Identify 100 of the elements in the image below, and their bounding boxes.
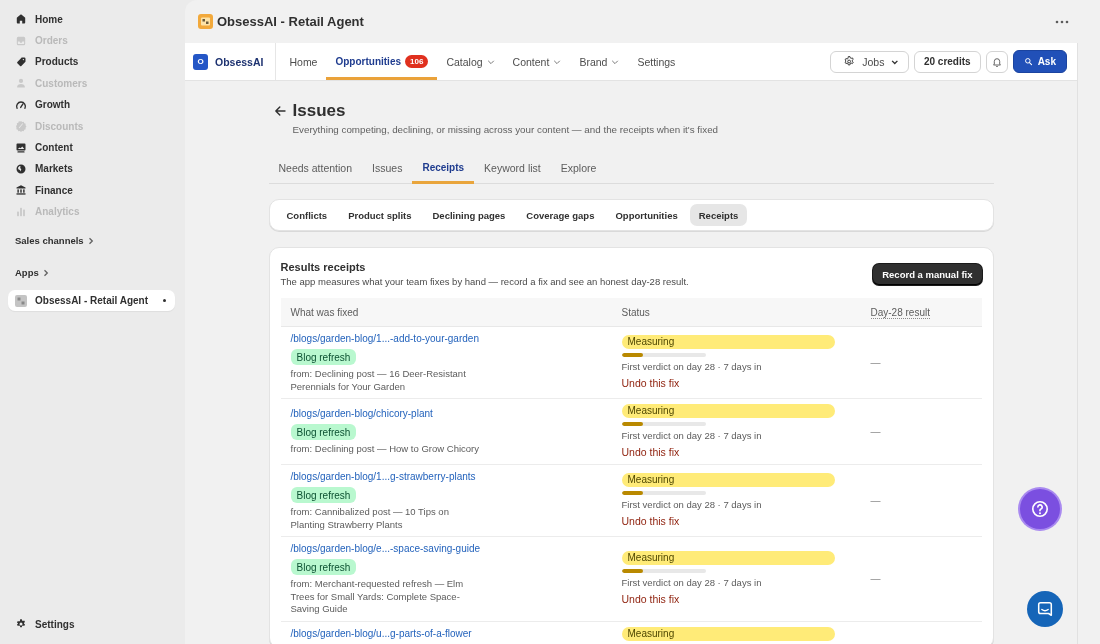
tag-badge: Blog refresh <box>290 424 357 441</box>
nav-tab[interactable]: Brand <box>570 43 629 80</box>
chevron-down-icon <box>891 57 899 66</box>
filter-tab[interactable]: Declining pages <box>423 204 515 226</box>
chevron-down-icon <box>611 57 620 66</box>
tag-badge: Blog refresh <box>290 559 357 575</box>
tab[interactable]: Keyword list <box>474 154 551 184</box>
credits-button[interactable]: 20 credits <box>913 50 981 73</box>
result-text: — <box>870 426 881 437</box>
filter-tab[interactable]: Coverage gaps <box>517 204 604 226</box>
column-header: Status <box>621 306 650 318</box>
undo-link[interactable]: Undo this fix <box>621 515 680 528</box>
settings-icon <box>842 55 856 68</box>
ask-button[interactable]: Ask <box>1012 50 1067 73</box>
nav-tab[interactable]: Home <box>280 43 327 80</box>
tag-icon <box>15 55 27 68</box>
nav-tab[interactable]: Catalog <box>437 43 504 80</box>
status-badge: Measuring <box>621 626 835 641</box>
gauge-icon <box>15 98 27 111</box>
back-arrow-icon[interactable] <box>273 105 286 117</box>
person-icon <box>15 77 27 90</box>
status-badge: Measuring <box>621 404 835 418</box>
source-text: from: Declining post — 16 Deer-Resistant Perennials for Your Garden <box>290 368 467 393</box>
help-button[interactable] <box>1020 489 1060 529</box>
apps-link[interactable]: Apps <box>8 262 57 283</box>
bar-chart-icon <box>15 205 27 218</box>
brand-name: ObsessAI <box>215 55 264 68</box>
sidebar-item[interactable]: Markets <box>8 158 175 180</box>
sales-channels-link[interactable]: Sales channels <box>8 230 102 251</box>
filter-tab[interactable]: Conflicts <box>277 204 337 226</box>
result-text: — <box>870 357 881 368</box>
status-badge: Measuring <box>621 335 835 349</box>
verdict-text: First verdict on day 28 · 7 days in <box>621 429 762 442</box>
sidebar-item[interactable]: Finance <box>8 179 175 201</box>
page-link[interactable]: /blogs/garden-blog/chicory-plant <box>290 407 433 421</box>
settings-link[interactable]: Settings <box>8 613 175 635</box>
source-text: from: Merchant-requested refresh — Elm Trees for Small Yards: Complete Space-Saving Guide <box>290 578 465 616</box>
page-subtitle: Everything competing, declining, or missing across your content — and the receipts when it's fixed <box>292 123 720 137</box>
page-link[interactable]: /blogs/garden-blog/e...-space-saving-guide <box>290 542 481 555</box>
notifications-button[interactable] <box>985 50 1008 73</box>
chevron-icon <box>86 236 95 245</box>
question-icon <box>1031 500 1049 518</box>
undo-link[interactable]: Undo this fix <box>621 446 680 459</box>
undo-link[interactable]: Undo this fix <box>621 377 680 390</box>
result-text: — <box>870 495 881 506</box>
sidebar-item[interactable]: Growth <box>8 94 175 116</box>
verdict-text: First verdict on day 28 · 7 days in <box>621 576 762 590</box>
count-badge: 106 <box>405 55 429 68</box>
page-title: Issues <box>292 101 346 121</box>
tab[interactable]: Issues <box>362 154 413 184</box>
source-text: from: Declining post — How to Grow Chicory <box>290 443 480 456</box>
column-header: Day-28 result <box>870 306 930 319</box>
verdict-text: First verdict on day 28 · 7 days in <box>621 360 762 373</box>
chat-icon <box>1036 600 1054 618</box>
dot-icon <box>163 299 166 303</box>
image-icon <box>15 141 27 154</box>
source-text: from: Cannibalized post — 10 Tips on Planting Strawberry Plants <box>290 506 450 531</box>
verdict-text: First verdict on day 28 · 7 days in <box>621 498 762 511</box>
tag-badge: Blog refresh <box>290 349 357 365</box>
app-icon <box>15 294 27 307</box>
jobs-button[interactable]: Jobs <box>829 50 909 73</box>
tab[interactable]: Receipts <box>412 154 475 184</box>
more-icon[interactable] <box>1055 19 1069 24</box>
sidebar-item[interactable]: Products <box>8 51 175 73</box>
sidebar-item[interactable]: Home <box>8 8 175 30</box>
filter-tab[interactable]: Receipts <box>689 204 748 226</box>
page-link[interactable]: /blogs/garden-blog/1...g-strawberry-plants <box>290 470 476 483</box>
tab[interactable]: Needs attention <box>268 154 363 184</box>
status-badge: Measuring <box>621 551 835 566</box>
tag-badge: Blog refresh <box>290 487 357 503</box>
sidebar-app-item[interactable]: ObsessAI - Retail Agent <box>8 289 175 312</box>
search-icon <box>1023 57 1033 66</box>
filter-tab[interactable]: Opportunities <box>606 204 687 226</box>
app-icon <box>198 14 213 29</box>
status-badge: Measuring <box>621 473 835 487</box>
nav-tab[interactable]: Content <box>503 43 571 80</box>
chevron-down-icon <box>486 57 495 66</box>
chevron-down-icon <box>553 57 562 66</box>
brand-logo: O <box>193 53 208 70</box>
undo-link[interactable]: Undo this fix <box>621 593 680 607</box>
bank-icon <box>15 184 27 197</box>
record-fix-button[interactable]: Record a manual fix <box>873 264 982 285</box>
sidebar-item[interactable]: Content <box>8 136 175 159</box>
chevron-icon <box>41 268 50 277</box>
column-header: What was fixed <box>290 306 359 318</box>
page-link[interactable]: /blogs/garden-blog/u...g-parts-of-a-flower <box>290 627 472 640</box>
badge-icon <box>15 120 27 133</box>
nav-tab[interactable]: Settings <box>628 43 685 80</box>
tray-icon <box>15 34 27 47</box>
home-icon <box>15 13 27 26</box>
page-link[interactable]: /blogs/garden-blog/1...-add-to-your-garden <box>290 332 479 345</box>
card-description: The app measures what your team fixes by hand — record a fix and see an honest day-28 result. <box>280 275 689 289</box>
tab[interactable]: Explore <box>550 154 607 184</box>
bell-icon <box>990 55 1003 68</box>
filter-tab[interactable]: Product splits <box>339 204 421 226</box>
card-title: Results receipts <box>280 260 367 274</box>
app-title: ObsessAI - Retail Agent <box>217 14 364 29</box>
globe-icon <box>15 162 27 175</box>
nav-tab[interactable]: Opportunities 106 <box>326 43 438 80</box>
result-text: — <box>870 573 881 585</box>
